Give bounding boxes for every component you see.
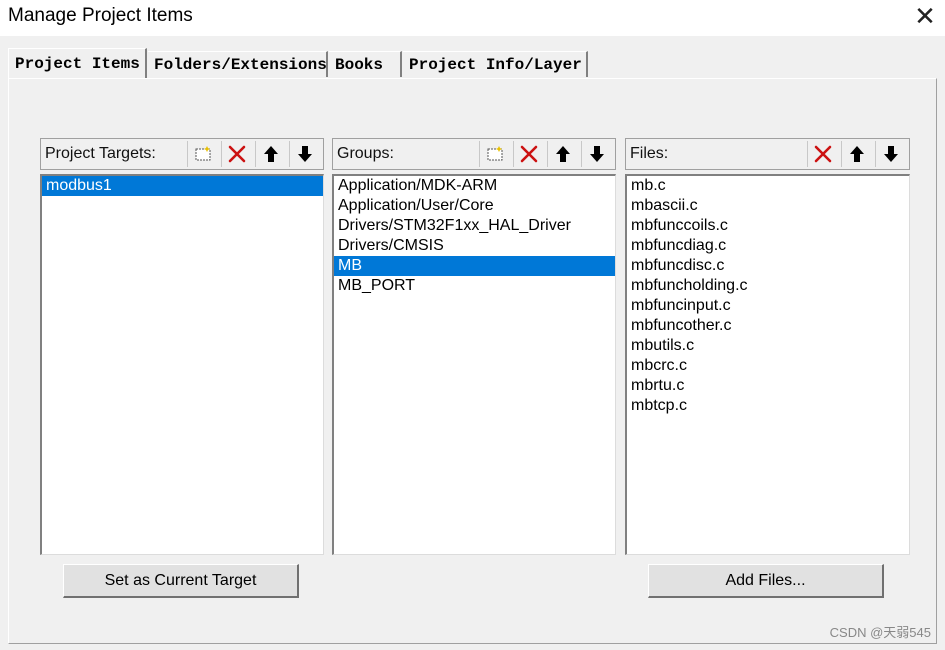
delete-group-button[interactable]	[513, 141, 543, 167]
new-icon	[487, 146, 502, 161]
tab-books[interactable]: Books	[329, 51, 402, 77]
new-icon	[195, 146, 210, 161]
tab-strip: Project Items Folders/Extensions Books P…	[8, 48, 938, 79]
delete-icon	[228, 145, 245, 163]
list-item[interactable]: mbfuncdisc.c	[627, 256, 909, 276]
files-header: Files:	[625, 138, 910, 170]
set-current-target-button[interactable]: Set as Current Target	[63, 564, 299, 598]
delete-file-button[interactable]	[807, 141, 837, 167]
add-files-button[interactable]: Add Files...	[648, 564, 884, 598]
watermark: CSDN @天弱545	[829, 625, 931, 640]
targets-header: Project Targets:	[40, 138, 324, 170]
move-up-icon	[263, 146, 278, 162]
move-down-icon	[297, 146, 312, 162]
delete-target-button[interactable]	[221, 141, 251, 167]
list-item[interactable]: MB	[334, 256, 615, 276]
list-item[interactable]: mbfunccoils.c	[627, 216, 909, 236]
files-list[interactable]: mb.c mbascii.c mbfunccoils.c mbfuncdiag.…	[625, 174, 910, 555]
list-item[interactable]: mbfuncother.c	[627, 316, 909, 336]
list-item[interactable]: mbascii.c	[627, 196, 909, 216]
move-group-up-button[interactable]	[547, 141, 577, 167]
tab-project-items[interactable]: Project Items	[8, 48, 147, 78]
new-target-button[interactable]	[187, 141, 217, 167]
window-title: Manage Project Items	[8, 5, 193, 26]
tab-project-info-layer[interactable]: Project Info/Layer	[403, 51, 588, 77]
new-group-button[interactable]	[479, 141, 509, 167]
move-down-icon	[589, 146, 604, 162]
list-item[interactable]: mbfuncinput.c	[627, 296, 909, 316]
list-item[interactable]: mbrtu.c	[627, 376, 909, 396]
groups-label: Groups:	[337, 145, 394, 162]
move-target-up-button[interactable]	[255, 141, 285, 167]
title-bar: Manage Project Items ✕	[0, 0, 945, 36]
delete-icon	[520, 145, 537, 163]
list-item[interactable]: mbutils.c	[627, 336, 909, 356]
move-up-icon	[555, 146, 570, 162]
list-item[interactable]: Drivers/STM32F1xx_HAL_Driver	[334, 216, 615, 236]
targets-list[interactable]: modbus1	[40, 174, 324, 555]
list-item[interactable]: modbus1	[42, 176, 323, 196]
tab-folders-extensions[interactable]: Folders/Extensions	[148, 51, 328, 77]
list-item[interactable]: Application/User/Core	[334, 196, 615, 216]
list-item[interactable]: mbfuncdiag.c	[627, 236, 909, 256]
list-item[interactable]: MB_PORT	[334, 276, 615, 296]
move-up-icon	[849, 146, 864, 162]
close-icon[interactable]: ✕	[905, 0, 945, 34]
move-file-down-button[interactable]	[875, 141, 905, 167]
list-item[interactable]: mbfuncholding.c	[627, 276, 909, 296]
move-target-down-button[interactable]	[289, 141, 319, 167]
move-file-up-button[interactable]	[841, 141, 871, 167]
move-down-icon	[883, 146, 898, 162]
files-label: Files:	[630, 145, 669, 162]
list-item[interactable]: Drivers/CMSIS	[334, 236, 615, 256]
list-item[interactable]: mbtcp.c	[627, 396, 909, 416]
groups-header: Groups:	[332, 138, 616, 170]
list-item[interactable]: mb.c	[627, 176, 909, 196]
groups-list[interactable]: Application/MDK-ARM Application/User/Cor…	[332, 174, 616, 555]
move-group-down-button[interactable]	[581, 141, 611, 167]
targets-label: Project Targets:	[45, 145, 156, 162]
list-item[interactable]: mbcrc.c	[627, 356, 909, 376]
list-item[interactable]: Application/MDK-ARM	[334, 176, 615, 196]
delete-icon	[814, 145, 831, 163]
